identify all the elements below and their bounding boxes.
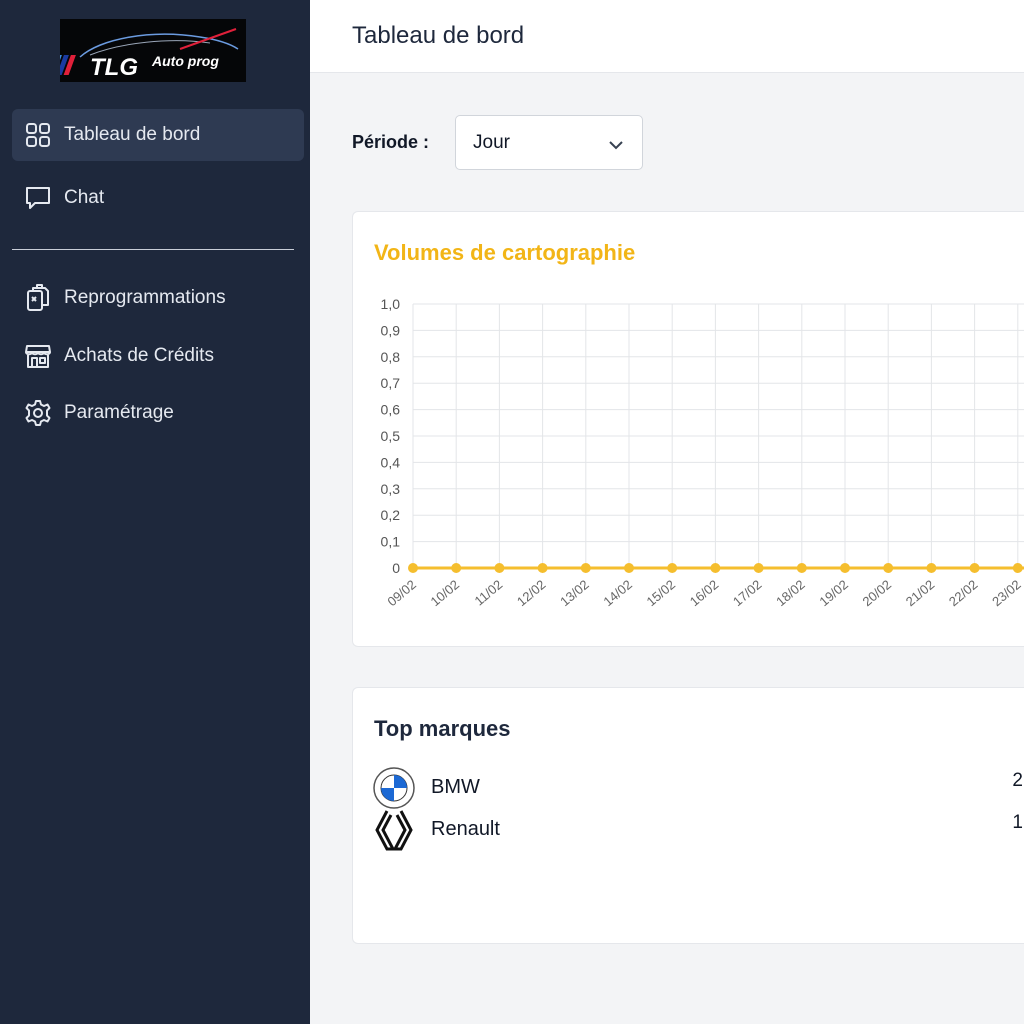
data-point[interactable] — [408, 563, 418, 573]
data-point[interactable] — [753, 563, 764, 573]
sidebar-item-label: Paramétrage — [64, 402, 174, 423]
y-tick-label: 0,5 — [381, 428, 401, 444]
page-title: Tableau de bord — [352, 22, 525, 49]
x-tick-label: 20/02 — [860, 577, 895, 609]
brand-name: BMW — [431, 776, 480, 798]
data-point[interactable] — [883, 563, 894, 573]
x-tick-label: 18/02 — [773, 577, 808, 609]
x-tick-label: 16/02 — [687, 577, 722, 609]
x-tick-label: 17/02 — [730, 577, 765, 609]
y-tick-label: 0,8 — [381, 349, 401, 365]
chevron-down-icon — [608, 135, 624, 157]
data-point[interactable] — [451, 563, 462, 573]
brand-name: Renault — [431, 818, 500, 840]
sidebar-item-chat[interactable]: Chat — [12, 172, 304, 224]
brand-row-renault[interactable]: Renault 1 — [373, 809, 1024, 851]
data-point[interactable] — [710, 563, 721, 573]
data-point[interactable] — [840, 563, 850, 573]
sidebar-item-tableau-de-bord[interactable]: Tableau de bord — [12, 109, 304, 161]
sidebar-item-achats-de-credits[interactable]: Achats de Crédits — [12, 330, 304, 382]
clipboard-icon — [24, 284, 52, 312]
top-brands-title: Top marques — [374, 716, 511, 741]
sidebar: TLG Auto prog Tableau de bord Chat Repro… — [0, 0, 310, 1024]
renault-logo-icon — [373, 809, 415, 851]
logo-wordmark: TLG — [90, 54, 138, 81]
chat-icon — [24, 184, 52, 212]
x-tick-label: 23/02 — [989, 577, 1024, 609]
sidebar-divider — [12, 249, 294, 250]
chart-card: Volumes de cartographie 0 0,1 0,2 0,3 0,4 0,5… — [352, 211, 1024, 647]
data-point[interactable] — [580, 563, 591, 573]
x-tick-label: 21/02 — [903, 577, 938, 609]
data-point[interactable] — [796, 563, 807, 573]
sidebar-item-reprogrammations[interactable]: Reprogrammations — [12, 272, 304, 324]
data-point[interactable] — [926, 563, 937, 573]
x-tick-label: 19/02 — [816, 577, 851, 609]
sidebar-item-label: Achats de Crédits — [64, 345, 214, 366]
x-tick-label: 14/02 — [600, 577, 635, 609]
x-tick-label: 22/02 — [946, 577, 981, 609]
brand-row-bmw[interactable]: BMW 2 — [373, 767, 1024, 809]
logo-subtitle: Auto prog — [151, 53, 219, 69]
brand-count: 1 — [1012, 812, 1023, 833]
period-label: Période : — [352, 132, 430, 152]
data-point[interactable] — [537, 563, 548, 573]
grid-icon — [24, 121, 52, 149]
sidebar-item-label: Reprogrammations — [64, 287, 226, 308]
y-tick-label: 0,4 — [381, 454, 401, 470]
x-tick-label: 09/02 — [384, 577, 419, 609]
app-logo[interactable]: TLG Auto prog — [60, 19, 246, 82]
sidebar-item-parametrage[interactable]: Paramétrage — [12, 387, 304, 439]
period-select[interactable]: Jour — [455, 115, 643, 170]
brand-count: 2 — [1012, 770, 1023, 791]
period-select-value: Jour — [473, 131, 510, 153]
y-tick-label: 0,7 — [381, 375, 401, 391]
y-tick-label: 0,3 — [381, 481, 401, 497]
x-tick-label: 15/02 — [644, 577, 679, 609]
store-icon — [24, 342, 52, 370]
data-point[interactable] — [1012, 563, 1023, 573]
top-brands-card: Top marques BMW 2 Renault 1 — [352, 687, 1024, 944]
sidebar-item-label: Tableau de bord — [64, 124, 201, 145]
y-tick-label: 0 — [392, 560, 400, 576]
x-tick-label: 13/02 — [557, 577, 592, 609]
y-tick-label: 0,9 — [381, 322, 401, 338]
y-tick-label: 0,6 — [381, 402, 401, 418]
x-tick-label: 12/02 — [514, 577, 549, 609]
data-point[interactable] — [667, 563, 678, 573]
y-tick-label: 0,1 — [381, 534, 401, 550]
x-tick-label: 11/02 — [471, 577, 505, 609]
data-point[interactable] — [624, 563, 634, 573]
data-point[interactable] — [494, 563, 505, 573]
y-tick-label: 1,0 — [381, 296, 401, 312]
data-point[interactable] — [969, 563, 980, 573]
gear-icon — [24, 399, 52, 427]
top-header: Tableau de bord — [310, 0, 1024, 73]
volume-line-chart: 0 0,1 0,2 0,3 0,4 0,5 0,6 0,7 0,8 0,9 1,0 09/02 10/0… — [381, 296, 1024, 609]
sidebar-item-label: Chat — [64, 187, 105, 208]
x-tick-label: 10/02 — [428, 577, 463, 609]
bmw-logo-icon — [373, 767, 415, 809]
y-tick-label: 0,2 — [381, 507, 401, 523]
